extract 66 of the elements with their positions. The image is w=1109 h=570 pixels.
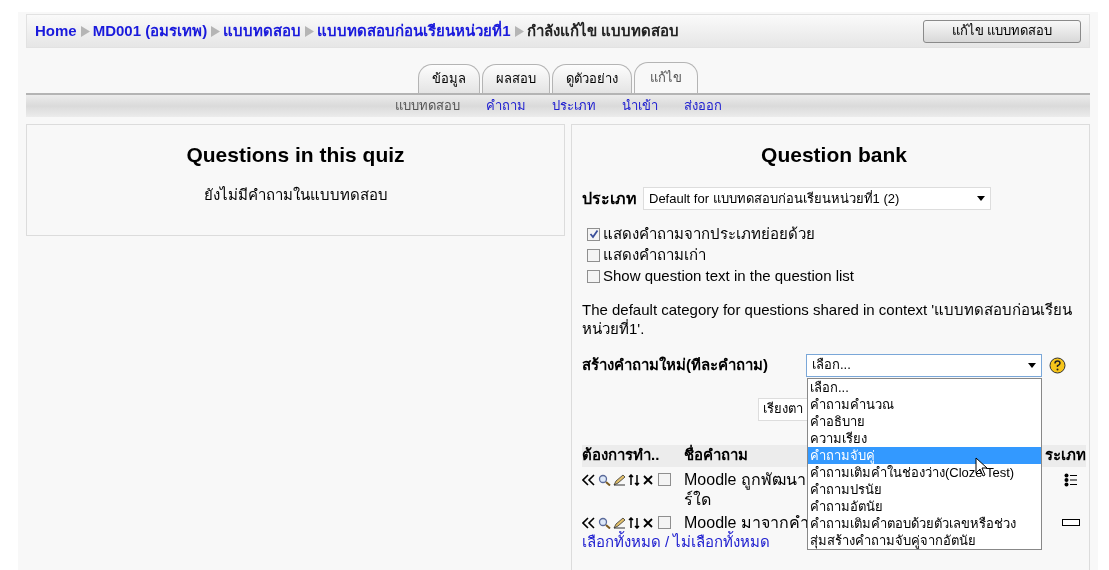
tab[interactable]: แก้ไข — [634, 62, 698, 93]
menu-item[interactable]: ความเรียง — [808, 429, 1041, 447]
menu-item[interactable]: คำถามเติมคำในช่องว่าง(Cloze Test) — [808, 463, 1041, 481]
checkbox-label: Show question text in the question list — [603, 265, 854, 286]
menu-item[interactable]: คำถามปรนัย — [808, 480, 1041, 498]
edit-quiz-button[interactable]: แก้ไข แบบทดสอบ — [923, 19, 1081, 43]
delete-icon[interactable] — [642, 473, 654, 486]
breadcrumb-link[interactable]: Home — [35, 19, 77, 43]
question-name: ร์ใด — [684, 489, 711, 510]
default-category-note: The default category for questions shared in context 'แบบทดสอบก่อนเรียนหน่วยที่1'. — [582, 299, 1074, 338]
move-left-icon[interactable] — [582, 473, 596, 486]
move-icon[interactable] — [628, 516, 640, 529]
checkbox-label: แสดงคำถามเก่า — [603, 244, 706, 265]
breadcrumb-link[interactable]: แบบทดสอบ — [223, 19, 302, 43]
column-header: ต้องการทำ.. — [582, 446, 660, 464]
arrow-separator-icon — [79, 25, 90, 37]
breadcrumb-link[interactable]: MD001 (อมรเทพ) — [92, 19, 208, 43]
checkbox[interactable] — [658, 473, 671, 486]
breadcrumb-current: กำลังแก้ไข แบบทดสอบ — [526, 20, 679, 41]
subtab-link[interactable]: แบบทดสอบ — [394, 96, 460, 116]
subtab-link[interactable]: ส่งออก — [683, 96, 722, 116]
category-select[interactable]: Default for แบบทดสอบก่อนเรียนหน่วยที่1 (2) — [643, 187, 991, 210]
column-header: ชื่อคำถาม — [684, 444, 748, 466]
delete-icon[interactable] — [642, 516, 654, 529]
empty-message: ยังไม่มีคำถามในแบบทดสอบ — [203, 184, 388, 205]
menu-item[interactable]: สุ่มสร้างคำถามจับคู่จากอัตนัย — [808, 531, 1041, 549]
text-field-icon — [1062, 519, 1080, 526]
column-header: ระเภท — [1045, 445, 1086, 466]
search-icon[interactable] — [598, 516, 611, 529]
move-icon[interactable] — [628, 473, 640, 486]
panel-title: Question bank — [760, 142, 908, 168]
list-icon — [1064, 472, 1078, 487]
checkbox-label: แสดงคำถามจากประเภทย่อยด้วย — [603, 223, 815, 244]
menu-item[interactable]: เลือก... — [808, 378, 1041, 396]
deselect-all-link[interactable]: ไม่เลือกทั้งหมด — [673, 532, 771, 550]
caret-icon — [1028, 362, 1036, 368]
create-question-label: สร้างคำถามใหม่(ทีละคำถาม) — [582, 354, 769, 375]
checkbox[interactable] — [587, 269, 600, 283]
menu-item[interactable]: คำถามอัตนัย — [808, 497, 1041, 515]
edit-icon[interactable] — [613, 473, 626, 486]
search-icon[interactable] — [598, 473, 611, 486]
question-name: Moodle ถูกพัฒนา — [684, 469, 806, 490]
breadcrumb-link[interactable]: แบบทดสอบก่อนเรียนหน่วยที่1 — [317, 19, 511, 43]
category-label: ประเภท — [582, 188, 637, 209]
arrow-separator-icon — [210, 25, 221, 37]
link-separator: / — [665, 532, 670, 550]
subtab-link[interactable]: นำเข้า — [621, 96, 658, 116]
question-type-select[interactable]: เลือก... — [806, 353, 1042, 377]
select-all-link[interactable]: เลือกทั้งหมด — [582, 532, 661, 550]
question-name: Moodle มาจากคำ — [684, 512, 809, 531]
checkbox[interactable] — [587, 248, 600, 262]
subtab-link[interactable]: ประเภท — [551, 96, 596, 116]
edit-icon[interactable] — [613, 516, 626, 529]
checkbox[interactable] — [587, 227, 600, 241]
caret-icon — [977, 196, 985, 201]
arrow-separator-icon — [513, 25, 524, 37]
move-left-icon[interactable] — [582, 516, 596, 529]
help-icon[interactable] — [1049, 356, 1066, 374]
checkbox[interactable] — [658, 516, 671, 529]
tab[interactable]: ข้อมูล — [418, 64, 480, 93]
menu-item[interactable]: คำถามเติมคำตอบด้วยตัวเลขหรือช่วง — [808, 514, 1041, 532]
subtab-link[interactable]: คำถาม — [485, 96, 526, 116]
panel-title: Questions in this quiz — [186, 142, 405, 168]
tab[interactable]: ผลสอบ — [482, 64, 550, 93]
tab[interactable]: ดูตัวอย่าง — [552, 64, 632, 93]
arrow-separator-icon — [304, 25, 315, 37]
